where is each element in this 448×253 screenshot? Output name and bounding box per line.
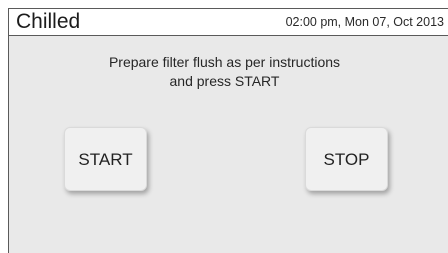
start-button[interactable]: START bbox=[64, 127, 147, 191]
app-title: Chilled bbox=[16, 10, 81, 33]
title-bar: Chilled 02:00 pm, Mon 07, Oct 2013 bbox=[9, 9, 448, 36]
stop-button[interactable]: STOP bbox=[305, 127, 388, 191]
datetime-display: 02:00 pm, Mon 07, Oct 2013 bbox=[285, 15, 444, 29]
instruction-line-2: and press START bbox=[169, 73, 280, 89]
hmi-screen: Chilled 02:00 pm, Mon 07, Oct 2013 Prepa… bbox=[8, 8, 448, 253]
instruction-line-1: Prepare filter flush as per instructions bbox=[108, 54, 341, 70]
instruction-message: Prepare filter flush as per instructions… bbox=[9, 53, 440, 91]
